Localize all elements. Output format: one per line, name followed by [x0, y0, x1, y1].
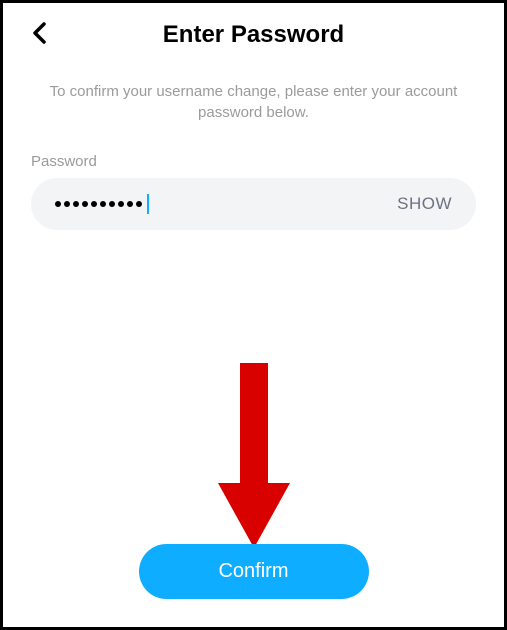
- password-value: [55, 194, 149, 214]
- back-icon[interactable]: [31, 21, 49, 50]
- confirm-button[interactable]: Confirm: [139, 544, 369, 599]
- arrow-annotation: [214, 363, 294, 558]
- password-label: Password: [31, 153, 476, 170]
- description-text: To confirm your username change, please …: [3, 61, 504, 133]
- password-input[interactable]: SHOW: [31, 178, 476, 230]
- show-password-button[interactable]: SHOW: [397, 194, 452, 214]
- page-title: Enter Password: [163, 21, 344, 49]
